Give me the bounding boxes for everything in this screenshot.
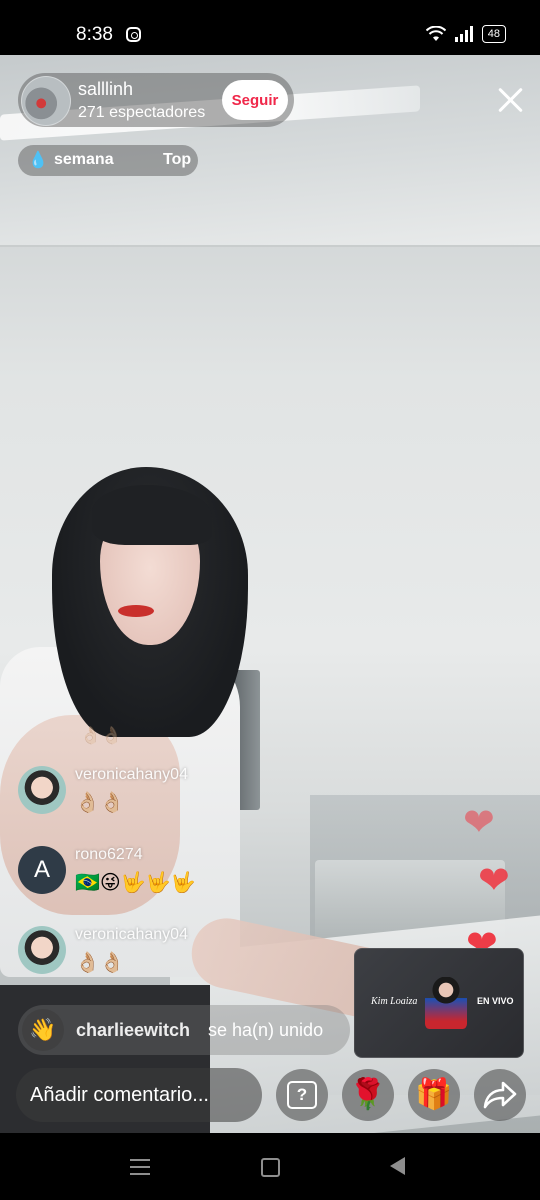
signal-icon bbox=[454, 26, 473, 42]
comment-input[interactable]: Añadir comentario... bbox=[16, 1068, 262, 1122]
faded-comment: 👌🏼👌🏼 bbox=[80, 726, 123, 745]
ranking-label: semana bbox=[54, 151, 114, 168]
live-badge: EN VIVO bbox=[477, 996, 514, 1006]
back-icon[interactable] bbox=[390, 1157, 405, 1175]
comment-text: 👌🏼👌🏼 bbox=[75, 792, 125, 814]
question-button[interactable]: ? bbox=[276, 1069, 328, 1121]
comment-text: 👌🏼👌🏼 bbox=[75, 952, 125, 974]
comment-username[interactable]: veronicahany04 bbox=[75, 766, 188, 784]
live-preview-card[interactable]: Kim Loaiza EN VIVO bbox=[354, 948, 524, 1058]
heart-icon: ❤ bbox=[463, 802, 495, 844]
follow-button[interactable]: Seguir bbox=[222, 80, 288, 120]
system-nav-bar bbox=[0, 1133, 540, 1200]
host-username[interactable]: salllinh bbox=[78, 79, 133, 100]
wifi-icon bbox=[425, 26, 446, 41]
comment-username[interactable]: rono6274 bbox=[75, 846, 143, 864]
status-time: 8:38 bbox=[76, 24, 113, 45]
live-preview-name: Kim Loaiza bbox=[371, 996, 418, 1007]
heart-icon: ❤ bbox=[478, 860, 510, 902]
join-notice: 👋 charlieewitch se ha(n) unido bbox=[18, 1005, 350, 1055]
gift-button[interactable]: 🎁 bbox=[408, 1069, 460, 1121]
rose-icon: 🌹 bbox=[349, 1078, 387, 1111]
comment-avatar[interactable] bbox=[18, 766, 66, 814]
viewer-count: 271 espectadores bbox=[78, 104, 206, 121]
join-username[interactable]: charlieewitch bbox=[76, 1020, 190, 1041]
comment-avatar[interactable]: A bbox=[18, 846, 66, 894]
rose-gift-button[interactable]: 🌹 bbox=[342, 1069, 394, 1121]
share-button[interactable] bbox=[474, 1069, 526, 1121]
drop-icon: 💧 bbox=[28, 152, 48, 169]
host-card[interactable]: salllinh 271 espectadores Seguir bbox=[18, 73, 294, 127]
status-bar: 8:38 48 bbox=[0, 0, 540, 55]
comment-avatar[interactable] bbox=[18, 926, 66, 974]
recent-apps-icon[interactable] bbox=[130, 1159, 150, 1175]
join-text: se ha(n) unido bbox=[208, 1020, 324, 1040]
battery-icon: 48 bbox=[481, 25, 506, 43]
ranking-top-label: Top bbox=[163, 151, 192, 168]
question-icon: ? bbox=[287, 1081, 317, 1109]
weekly-ranking-pill[interactable]: 💧 semana Top bbox=[18, 145, 198, 176]
home-icon[interactable] bbox=[261, 1158, 280, 1177]
live-preview-thumbnail bbox=[425, 977, 467, 1029]
wave-hand-icon: 👋 bbox=[22, 1009, 64, 1051]
share-arrow-icon bbox=[483, 1081, 517, 1109]
comment-text: 🇧🇷😜🤟🤟🤟 bbox=[75, 872, 196, 894]
host-avatar[interactable] bbox=[21, 76, 71, 126]
gift-icon: 🎁 bbox=[415, 1078, 453, 1111]
comment-username[interactable]: veronicahany04 bbox=[75, 926, 188, 944]
close-icon[interactable] bbox=[494, 84, 526, 116]
instagram-notification-icon bbox=[126, 27, 141, 42]
